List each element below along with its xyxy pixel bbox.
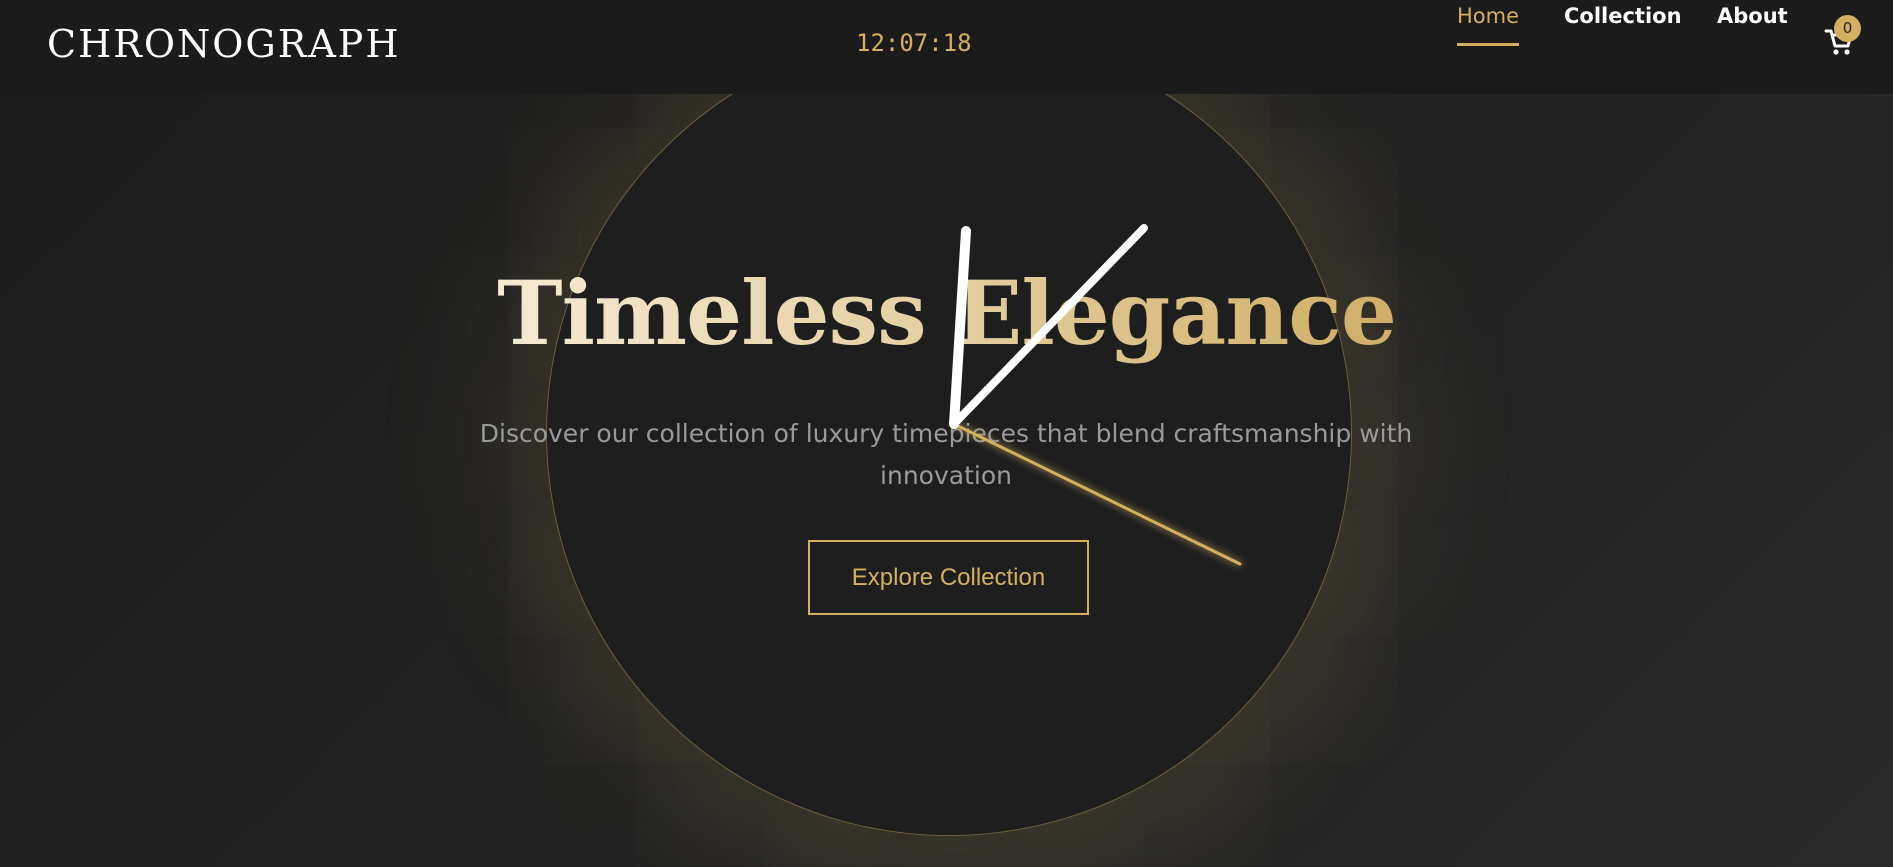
hero-title: Timeless Elegance: [497, 261, 1397, 365]
explore-collection-button[interactable]: Explore Collection: [808, 540, 1089, 615]
brand-logo[interactable]: CHRONOGRAPH: [47, 22, 401, 66]
nav-home[interactable]: Home: [1457, 0, 1520, 46]
nav-home-label: Home: [1457, 4, 1520, 28]
cart-count-badge: 0: [1834, 15, 1861, 42]
page: Timeless Elegance Discover our collectio…: [0, 0, 1893, 867]
hero-subtitle: Discover our collection of luxury timepi…: [479, 419, 1413, 490]
nav-active-underline: [1457, 43, 1520, 46]
site-header: CHRONOGRAPH 12:07:18 Home Collection Abo…: [0, 0, 1893, 94]
nav-collection[interactable]: Collection: [1564, 0, 1682, 32]
nav-about[interactable]: About: [1717, 0, 1788, 32]
time-readout: 12:07:18: [856, 29, 972, 57]
